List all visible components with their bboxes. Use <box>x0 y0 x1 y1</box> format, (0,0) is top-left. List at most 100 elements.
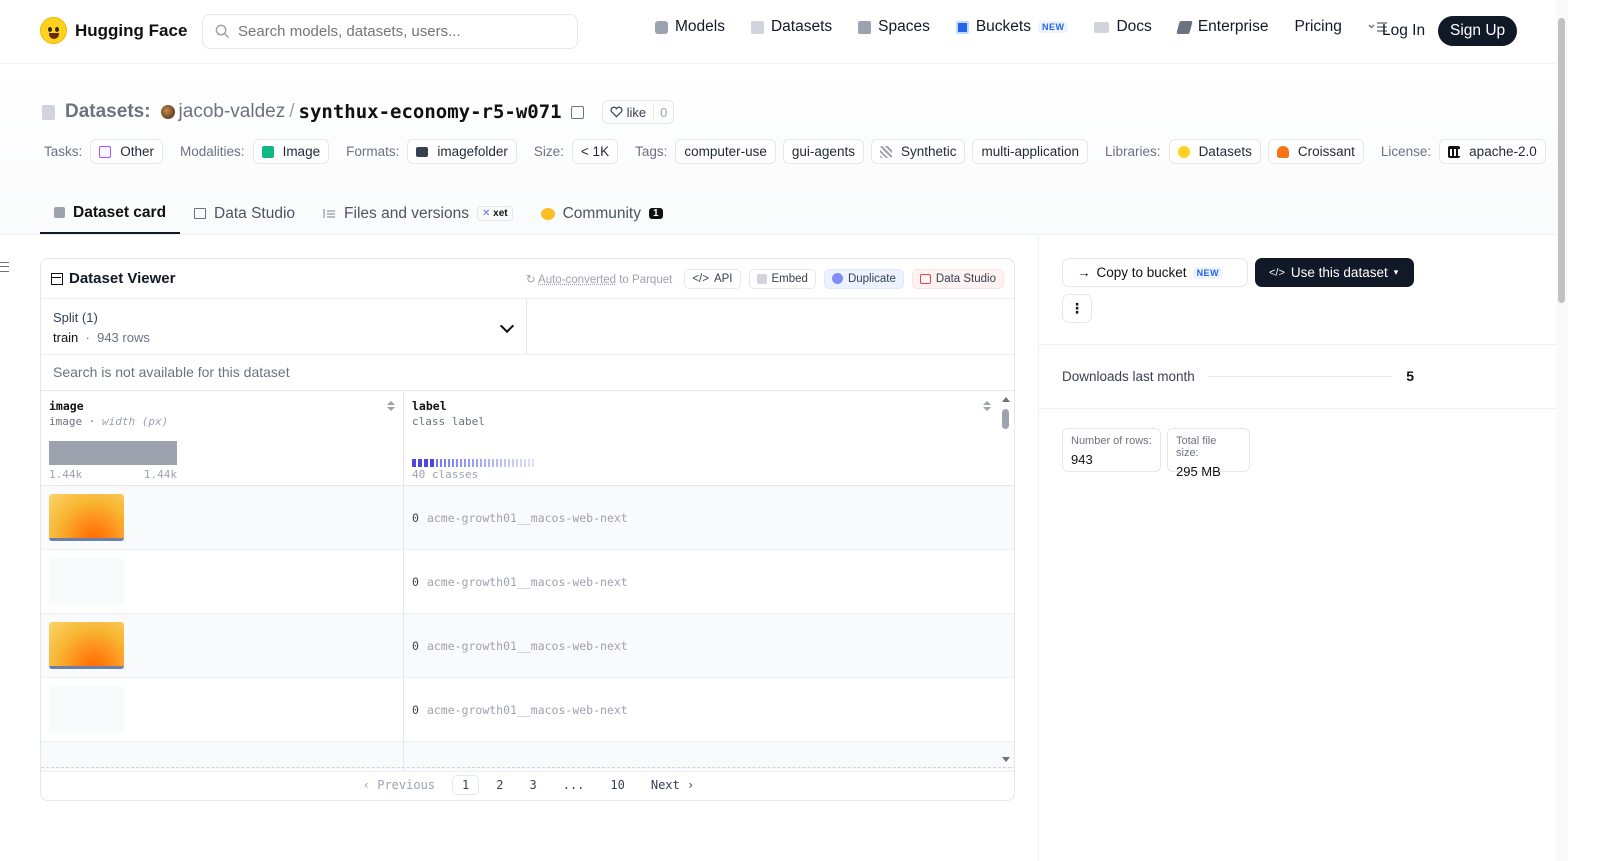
class-bar[interactable] <box>480 459 482 467</box>
class-bar[interactable] <box>440 459 442 467</box>
image-cell[interactable] <box>41 486 404 549</box>
class-bar[interactable] <box>528 459 530 467</box>
embed-button[interactable]: Embed <box>748 268 816 289</box>
nav-docs[interactable]: Docs <box>1094 18 1152 36</box>
class-bar[interactable] <box>424 459 428 467</box>
use-this-dataset-button[interactable]: </> Use this dataset ▾ <box>1255 258 1414 287</box>
class-bar[interactable] <box>532 459 534 467</box>
class-bar[interactable] <box>512 459 514 467</box>
nav-models[interactable]: Models <box>655 18 725 36</box>
blank-thumbnail[interactable] <box>49 686 124 733</box>
scroll-up-icon[interactable] <box>1002 397 1010 402</box>
class-bar[interactable] <box>472 459 474 467</box>
copy-to-bucket-button[interactable]: → Copy to bucket NEW <box>1062 258 1248 287</box>
tag-size[interactable]: < 1K <box>571 139 619 164</box>
label-cell[interactable]: 0 acme-growth01__macos-web-next <box>404 486 999 549</box>
data-studio-button[interactable]: Data Studio <box>911 268 1004 289</box>
nav-pricing[interactable]: Pricing <box>1294 18 1341 36</box>
search-input[interactable] <box>238 23 558 40</box>
page-button-1[interactable]: 1 <box>452 774 480 795</box>
class-bar[interactable] <box>500 459 502 467</box>
scrollbar-thumb[interactable] <box>1002 409 1009 429</box>
tag-computer-use[interactable]: computer-use <box>675 139 776 164</box>
width-histogram-bar[interactable] <box>49 441 177 465</box>
page-scrollbar[interactable] <box>1556 0 1568 861</box>
label-cell[interactable]: 0 acme-growth01__macos-web-next <box>404 550 999 613</box>
next-page-button[interactable]: Next › <box>642 776 703 794</box>
class-bar[interactable] <box>524 459 526 467</box>
class-bar[interactable] <box>460 459 462 467</box>
table-row[interactable]: 0 acme-growth01__macos-web-next <box>41 614 1014 678</box>
breadcrumb-datasets[interactable]: Datasets: <box>65 101 151 123</box>
scroll-down-icon[interactable] <box>1002 757 1010 762</box>
label-cell[interactable]: 0 acme-growth01__macos-web-next <box>404 614 999 677</box>
class-bar[interactable] <box>520 459 522 467</box>
nav-enterprise[interactable]: Enterprise <box>1176 18 1268 36</box>
class-bar[interactable] <box>476 459 478 467</box>
class-bar[interactable] <box>418 459 422 467</box>
tag-library-croissant[interactable]: Croissant <box>1267 139 1364 164</box>
repo-name[interactable]: synthux-economy-r5-w071 <box>299 101 562 123</box>
tag-format-imagefolder[interactable]: imagefolder <box>407 139 517 164</box>
api-button[interactable]: </> API <box>684 268 741 289</box>
class-bar[interactable] <box>516 459 518 467</box>
nav-buckets[interactable]: Buckets NEW <box>955 18 1069 36</box>
login-link[interactable]: Log In <box>1382 22 1425 40</box>
page-button-2[interactable]: 2 <box>487 776 512 794</box>
image-cell[interactable] <box>41 678 404 741</box>
auto-converted-link[interactable]: Auto-converted <box>538 274 616 286</box>
table-row[interactable]: 0 acme-growth01__macos-web-next <box>41 678 1014 742</box>
class-bar[interactable] <box>452 459 454 467</box>
tag-license[interactable]: apache-2.0 <box>1439 139 1546 164</box>
sort-icon[interactable] <box>387 401 395 413</box>
previous-page-button[interactable]: ‹ Previous <box>354 776 444 794</box>
class-bar[interactable] <box>464 459 466 467</box>
tab-files-and-versions[interactable]: Files and versions ✕ xet <box>309 193 527 234</box>
tab-dataset-card[interactable]: Dataset card <box>40 193 181 234</box>
nav-datasets[interactable]: Datasets <box>750 18 832 36</box>
class-bar[interactable] <box>436 459 438 467</box>
label-cell[interactable]: 0 acme-growth01__macos-web-next <box>404 678 999 741</box>
tab-data-studio[interactable]: Data Studio <box>180 193 309 234</box>
class-bar[interactable] <box>484 459 486 467</box>
class-bar[interactable] <box>412 459 416 467</box>
page-button-3[interactable]: 3 <box>520 776 545 794</box>
class-bar[interactable] <box>456 459 458 467</box>
class-bar[interactable] <box>496 459 498 467</box>
class-distribution-bars[interactable] <box>412 459 534 467</box>
class-bar[interactable] <box>448 459 450 467</box>
sidebar-toggle-icon[interactable] <box>0 262 9 272</box>
page-scrollbar-thumb[interactable] <box>1558 18 1565 303</box>
signup-button[interactable]: Sign Up <box>1438 16 1518 46</box>
duplicate-button[interactable]: Duplicate <box>823 268 904 289</box>
class-bar[interactable] <box>468 459 470 467</box>
split-selector[interactable]: Split (1) train · 943 rows <box>41 299 527 354</box>
image-cell[interactable] <box>41 614 404 677</box>
class-bar[interactable] <box>504 459 506 467</box>
table-row[interactable]: 0 acme-growth01__macos-web-next <box>41 486 1014 550</box>
repo-owner[interactable]: jacob-valdez <box>179 101 286 123</box>
nav-spaces[interactable]: Spaces <box>858 18 930 36</box>
page-button-10[interactable]: 10 <box>601 776 633 794</box>
tag-task-other[interactable]: Other <box>90 139 164 164</box>
wallpaper-thumbnail[interactable] <box>49 622 124 669</box>
sort-icon[interactable] <box>983 401 991 413</box>
tab-community[interactable]: Community 1 <box>527 193 677 234</box>
tag-gui-agents[interactable]: gui-agents <box>782 139 864 164</box>
column-header-label[interactable]: label class label 40 classes <box>404 391 999 485</box>
image-cell[interactable] <box>41 550 404 613</box>
tag-library-datasets[interactable]: Datasets <box>1168 139 1261 164</box>
more-options-button[interactable]: ⋮ <box>1062 294 1092 323</box>
tag-modality-image[interactable]: Image <box>252 139 330 164</box>
class-bar[interactable] <box>444 459 446 467</box>
tag-multi-application[interactable]: multi-application <box>972 139 1089 164</box>
blank-thumbnail[interactable] <box>49 558 124 605</box>
copy-icon[interactable] <box>570 105 584 119</box>
class-bar[interactable] <box>488 459 490 467</box>
class-bar[interactable] <box>492 459 494 467</box>
class-bar[interactable] <box>430 459 434 467</box>
column-header-image[interactable]: image image · width (px) 1.44k 1.44k <box>41 391 404 485</box>
tag-synthetic[interactable]: Synthetic <box>870 139 966 164</box>
search-box[interactable] <box>202 14 578 49</box>
class-bar[interactable] <box>508 459 510 467</box>
